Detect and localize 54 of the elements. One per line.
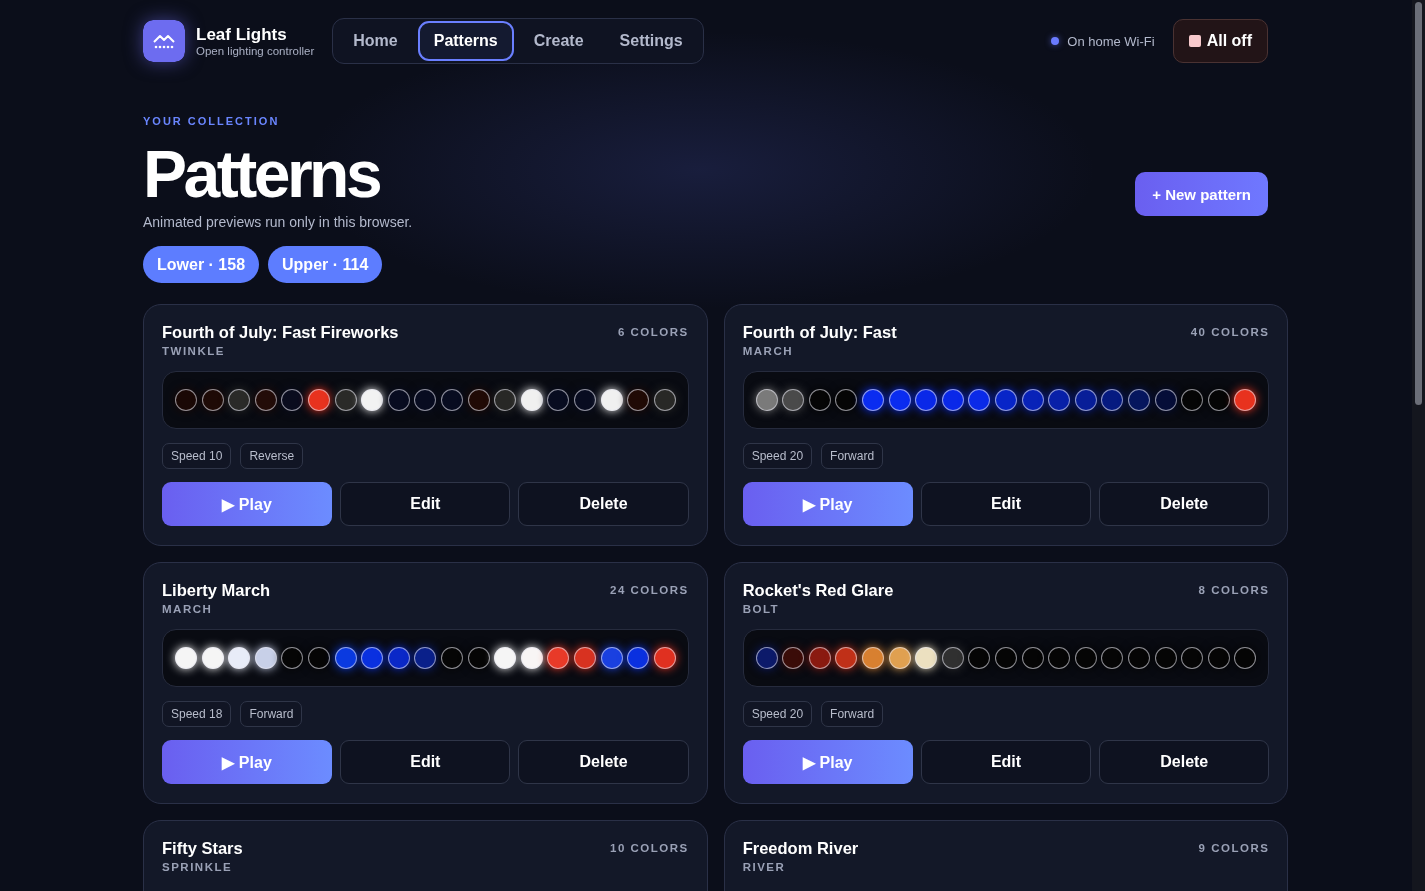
app-name: Leaf Lights [196,25,288,45]
pattern-type: RIVER [742,861,787,873]
page-title: Patterns [143,139,381,209]
logo-icon [143,20,185,62]
delete-button[interactable]: Delete [1099,740,1270,784]
play-button[interactable]: ▶ Play [162,482,333,526]
speed-tag: Speed 20 [742,443,813,469]
pattern-name: Fifty Stars [162,839,243,858]
pattern-name: Liberty March [162,581,271,600]
nav-tab[interactable]: Patterns [417,21,514,61]
delete-button[interactable]: Delete [1099,482,1270,526]
edit-button[interactable]: Edit [340,482,511,526]
nav-tab[interactable]: Create [517,21,600,61]
direction-tag: Forward [821,701,884,727]
color-count: 6 COLORS [617,326,689,338]
pattern-name: Fourth of July: Fast [742,323,897,342]
edit-button[interactable]: Edit [920,482,1092,526]
play-button[interactable]: ▶ Play [742,740,913,784]
speed-tag: Speed 20 [742,701,813,727]
color-count: 40 COLORS [1190,326,1270,338]
filter-chip[interactable]: Lower · 158 [143,246,260,283]
direction-tag: Forward [821,443,884,469]
filter-chip[interactable]: Upper · 114 [268,246,383,283]
nav-tab[interactable]: Home [337,21,414,61]
new-pattern-button[interactable]: + New pattern [1135,172,1268,216]
pattern-type: BOLT [742,603,781,615]
page-subtitle: Animated previews run only in this browser. [143,214,413,230]
pattern-name: Rocket's Red Glare [742,581,894,600]
pattern-type: SPRINKLE [162,861,234,873]
scrollbar[interactable] [1412,0,1425,891]
pattern-name: Freedom River [742,839,859,858]
speed-tag: Speed 18 [162,701,232,727]
color-count: 8 COLORS [1198,584,1270,596]
color-count: 9 COLORS [1198,842,1270,854]
play-button[interactable]: ▶ Play [162,740,333,784]
connection-status: On home Wi-Fi [1067,33,1155,49]
delete-button[interactable]: Delete [518,482,689,526]
section-eyebrow: YOUR COLLECTION [143,115,281,127]
edit-button[interactable]: Edit [920,740,1092,784]
play-button[interactable]: ▶ Play [742,482,913,526]
color-count: 24 COLORS [610,584,689,596]
direction-tag: Reverse [240,443,304,469]
pattern-type: MARCH [742,345,794,357]
app-tagline: Open lighting controller [196,45,315,57]
delete-button[interactable]: Delete [518,740,689,784]
speed-tag: Speed 10 [162,443,232,469]
pattern-type: MARCH [162,603,214,615]
color-count: 10 COLORS [610,842,689,854]
pattern-name: Fourth of July: Fast Fireworks [162,323,399,342]
pattern-type: TWINKLE [162,345,226,357]
all-off-button[interactable]: All off [1172,19,1268,63]
direction-tag: Forward [240,701,303,727]
nav-tab[interactable]: Settings [603,21,699,61]
edit-button[interactable]: Edit [340,740,511,784]
